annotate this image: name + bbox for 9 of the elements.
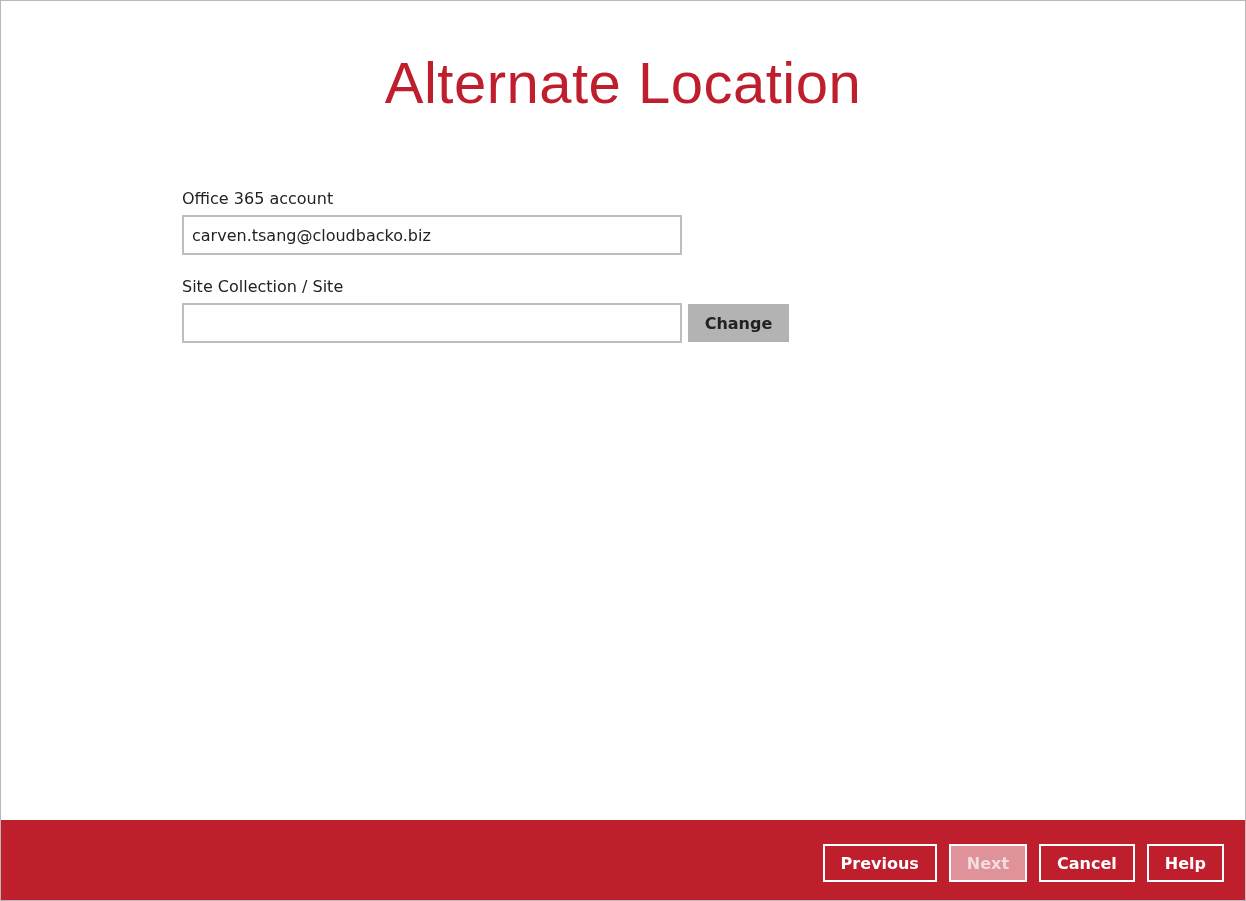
footer-button[interactable]: Help: [1146, 844, 1224, 882]
footer-button[interactable]: Cancel: [1039, 844, 1135, 882]
field-label: Site Collection / Site: [182, 277, 345, 296]
footer-button[interactable]: Previous: [822, 844, 937, 882]
field-label: Office 365 account: [182, 189, 335, 208]
page-title: Alternate Location: [383, 49, 863, 117]
input-field[interactable]: carven.tsang@cloudbacko.biz: [182, 215, 682, 255]
change-button[interactable]: Change: [688, 304, 789, 342]
input-field[interactable]: [182, 303, 682, 343]
